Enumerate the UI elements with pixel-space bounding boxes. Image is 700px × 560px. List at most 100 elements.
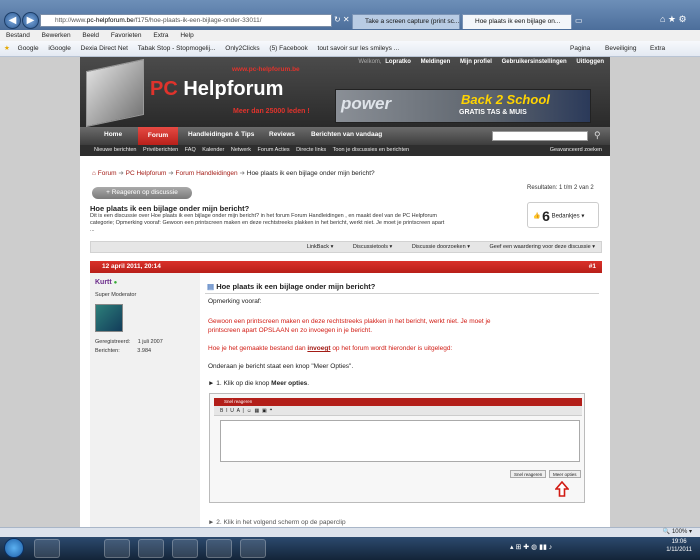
nav-forum[interactable]: Forum [138,127,178,145]
welcome-text: Welkom, [358,59,382,65]
refresh-icon[interactable]: ↻ ✕ [334,15,350,24]
keyboard-logo [86,58,144,128]
subnav-directe-links[interactable]: Directe links [296,147,326,153]
new-tab-icon[interactable]: ▭ [575,16,583,25]
screenshot-toolbar: B I U A | ☺ ▦ ▣ ❝ [214,406,582,416]
menu-favorieten[interactable]: Favorieten [111,32,142,39]
profile-link[interactable]: Mijn profiel [460,59,492,65]
clock[interactable]: 19:06 1/11/2011 [666,538,692,554]
user-link[interactable]: Lopratko [385,59,411,65]
user-links: Welkom, Lopratko Meldingen Mijn profiel … [350,59,604,65]
site-title[interactable]: PC Helpforum [150,78,283,101]
document-icon: ▤ [207,282,215,291]
fav-smileys[interactable]: tout savoir sur les smileys ... [318,45,400,52]
home-icon[interactable]: ⌂ [92,170,96,177]
subnav-priveberichten[interactable]: Privéberichten [143,147,178,153]
post-line-warning-b: printscreen apart OPSLAAN en zo invoegen… [208,327,373,334]
site-banner: www.pc-helpforum.be PC Helpforum Meer da… [80,57,610,128]
post-line-warning-a: Gewoon een printscreen maken en deze rec… [208,318,491,325]
logout-link[interactable]: Uitloggen [576,59,604,65]
author-name[interactable]: Kurtt ● [95,279,117,286]
status-bar: 🔍 100% ▾ [0,527,700,537]
explorer-icon[interactable] [104,539,130,558]
tab-screen-capture[interactable]: Take a screen capture (print sc... [352,14,460,29]
breadcrumb-handleidingen[interactable]: Forum Handleidingen [176,170,238,177]
likes-count: 6 [542,208,550,224]
breadcrumb-current: Hoe plaats ik een bijlage onder mijn ber… [246,170,375,177]
subnav-forum-acties[interactable]: Forum Acties [258,147,290,153]
up-arrow-icon [555,481,569,497]
fav-facebook[interactable]: (5) Facebook [269,45,307,52]
zoom-level[interactable]: 🔍 100% ▾ [663,528,692,537]
subnav-toon-discussies[interactable]: Toon je discussies en berichten [333,147,409,153]
advanced-search-link[interactable]: Geavanceerd zoeken [550,145,602,156]
chevron-icon: ➜ [168,170,176,177]
author-role: Super Moderator [95,292,137,298]
embedded-screenshot: Snel reageren B I U A | ☺ ▦ ▣ ❝ Snel rea… [209,393,585,503]
subnav-kalender[interactable]: Kalender [202,147,224,153]
screenshot-textarea [220,420,580,462]
fav-dexia[interactable]: Dexia Direct Net [81,45,128,52]
fav-tabak[interactable]: Tabak Stop - Stopmogelij... [138,45,216,52]
subnav-netwerk[interactable]: Netwerk [231,147,251,153]
fav-igoogle[interactable]: iGoogle [48,45,70,52]
paint-icon[interactable] [240,539,266,558]
forward-arrow-icon[interactable]: ▶ [22,12,39,29]
fav-only2clicks[interactable]: Only2Clicks [225,45,259,52]
taskbar: ▴ ⊞ ✚ ◍ ▮▮ ♪ 19:06 1/11/2011 [0,537,700,560]
likes-label: Bedankjes [551,213,580,220]
clock-time: 19:06 [671,539,687,545]
tab-forum[interactable]: Hoe plaats ik een bijlage on... [462,14,572,29]
ad-banner[interactable]: power Back 2 School GRATIS TAS & MUIS [335,89,591,123]
nav-home[interactable]: Home [104,131,122,138]
system-tray-icons[interactable]: ▴ ⊞ ✚ ◍ ▮▮ ♪ [510,543,552,551]
nav-berichten-vandaag[interactable]: Berichten van vandaag [311,131,382,138]
nav-handleidingen[interactable]: Handleidingen & Tips [188,131,254,138]
notifications-link[interactable]: Meldingen [421,59,451,65]
tool-linkback[interactable]: LinkBack ▾ [298,244,334,250]
fav-google[interactable]: Google [18,45,39,52]
home-icon[interactable]: ⌂ ★ ⚙ [660,14,687,25]
star-icon[interactable]: ★ [4,45,10,52]
address-bar[interactable]: http://www.pc-helpforum.be/f175/hoe-plaa… [40,14,332,27]
menu-bewerken[interactable]: Bewerken [42,32,71,39]
invoegt-link[interactable]: invoegt [307,345,330,352]
search-input[interactable] [492,131,588,141]
tool-waardering[interactable]: Geef een waardering voor deze discussie … [481,244,596,250]
toolbar-extra[interactable]: Extra [650,41,665,57]
likes-box[interactable]: 👍 6 Bedankjes ▾ [527,202,599,228]
ad-tagline: GRATIS TAS & MUIS [459,109,527,116]
site-url-tag: www.pc-helpforum.be [232,66,300,73]
firefox-icon[interactable] [172,539,198,558]
screenshot-save-button: Snel reageren [510,470,547,478]
breadcrumb-forum[interactable]: Forum [98,170,117,177]
breadcrumb-pc-helpforum[interactable]: PC Helpforum [126,170,167,177]
results-count: Resultaten: 1 t/m 2 van 2 [527,185,594,191]
reply-button[interactable]: + Reageren op discussie [92,187,192,199]
settings-link[interactable]: Gebruikersinstellingen [502,59,567,65]
chevron-icon: ➜ [118,170,126,177]
back-arrow-icon[interactable]: ◀ [4,12,21,29]
avatar[interactable] [95,304,123,332]
calculator-icon[interactable] [206,539,232,558]
menu-bestand[interactable]: Bestand [6,32,30,39]
tool-discussietools[interactable]: Discussietools ▾ [344,244,392,250]
menu-help[interactable]: Help [180,32,193,39]
ie-icon[interactable] [34,539,60,558]
menu-beeld[interactable]: Beeld [82,32,99,39]
post-number[interactable]: #1 [589,261,596,273]
thread-description: Dit is een discussie over Hoe plaats ik … [90,213,445,233]
online-dot-icon: ● [113,280,118,286]
nav-reviews[interactable]: Reviews [269,131,295,138]
menu-extra[interactable]: Extra [153,32,168,39]
search-icon[interactable]: ⚲ [594,130,601,141]
media-player-icon[interactable] [138,539,164,558]
toolbar-beveiliging[interactable]: Beveiliging [605,41,636,57]
tool-discussie-doorzoeken[interactable]: Discussie doorzoeken ▾ [403,244,470,250]
menu-bar: Bestand Bewerken Beeld Favorieten Extra … [0,30,700,41]
subnav-faq[interactable]: FAQ [185,147,196,153]
start-button[interactable] [4,538,24,558]
subnav-nieuwe-berichten[interactable]: Nieuwe berichten [94,147,137,153]
toolbar-pagina[interactable]: Pagina [570,41,590,57]
post-line-howto: Hoe je het gemaakte bestand dan invoegt … [208,345,453,352]
